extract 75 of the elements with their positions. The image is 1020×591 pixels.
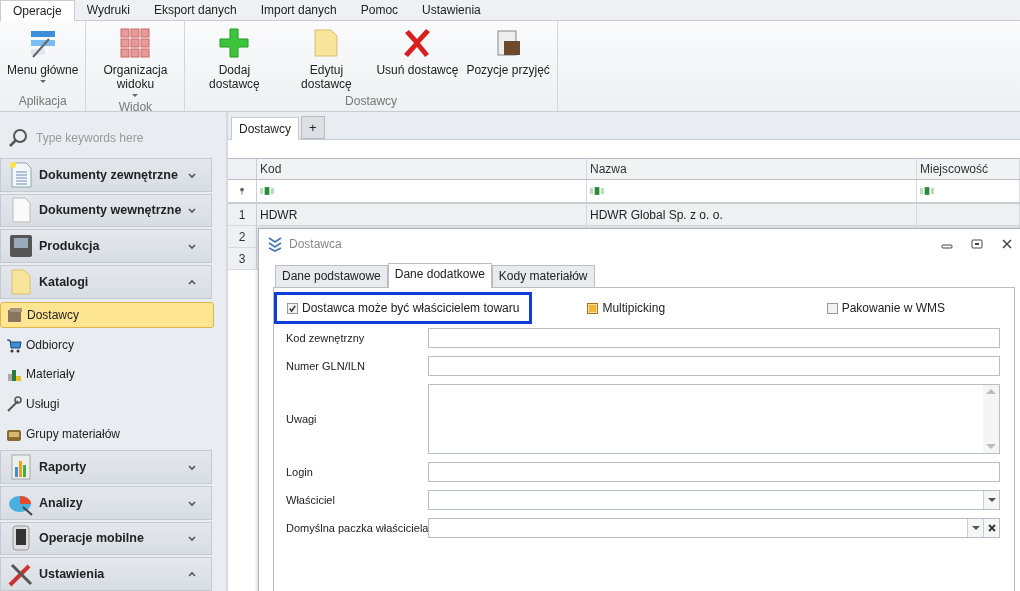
ribbon-group-title: Dostawcy (344, 94, 399, 110)
field-label: Uwagi (286, 413, 318, 425)
nav-group-header[interactable]: Operacje mobilne (0, 521, 212, 556)
ribbon-tab[interactable]: Operacje (0, 0, 75, 22)
column-header[interactable]: Miejscowość (917, 159, 1020, 179)
add-tab-button[interactable]: + (301, 116, 325, 139)
nav-group-header[interactable]: Dokumenty wewnętrzne (0, 193, 212, 228)
text-filter-icon (590, 187, 604, 195)
nav-item[interactable]: Grupy materiałów (0, 421, 214, 447)
ribbon-tab[interactable]: Wydruki (74, 0, 142, 20)
text-filter-icon (260, 187, 274, 195)
ribbon-button[interactable]: Organizacja widoku (90, 21, 181, 100)
nav-group-header[interactable]: Dokumenty zewnętrzne (0, 157, 212, 192)
ribbon-button[interactable]: Pozycje przyjęć (463, 21, 553, 94)
column-header[interactable]: Kod (257, 159, 587, 179)
checkbox[interactable]: Multipicking (587, 301, 666, 315)
ribbon-tab[interactable]: Ustawienia (410, 0, 493, 20)
nav-group-header[interactable]: Ustawienia (0, 557, 212, 591)
nav-item[interactable]: Materiały (0, 361, 214, 388)
grid-icon (119, 27, 152, 59)
table-cell: HDWR Global Sp. z o. o. (587, 204, 917, 225)
form-tab[interactable]: Dane podstawowe (275, 265, 388, 287)
scrollbar[interactable] (983, 385, 999, 453)
ribbon-button[interactable]: Usuń dostawcę (373, 21, 462, 94)
wrench-icon (6, 396, 22, 413)
row-number: 3 (228, 248, 257, 269)
ribbon-button[interactable]: Dodaj dostawcę (189, 21, 280, 94)
field-label: Numer GLN/ILN (286, 360, 366, 372)
column-header[interactable]: Nazwa (587, 159, 917, 179)
nav-group-header[interactable]: Raporty (0, 449, 212, 484)
field-label: Login (286, 466, 314, 478)
chevrons-icon (267, 236, 283, 252)
document-icon (7, 160, 35, 189)
field-label: Domyślna paczka właściciela (286, 522, 428, 534)
ribbon-tab[interactable]: Eksport danych (141, 0, 249, 20)
field-label: Kod zewnętrzny (286, 332, 366, 344)
pin-icon (239, 187, 245, 195)
nav-item[interactable]: Dostawcy (0, 301, 214, 328)
dialog-title: Dostawca (289, 237, 343, 251)
input-field[interactable] (428, 462, 1000, 482)
table-cell: HDWR (257, 204, 587, 225)
notes-field[interactable] (428, 384, 1000, 454)
ribbon-group-title: Widok (117, 100, 154, 116)
restore-icon[interactable] (971, 238, 983, 250)
row-number: 1 (228, 204, 257, 225)
field-label: Właściciel (286, 494, 336, 506)
check-mark-icon (288, 303, 297, 313)
clear-icon[interactable] (983, 519, 999, 537)
nav-group-header[interactable]: Produkcja (0, 229, 212, 264)
ribbon-tab[interactable]: Pomoc (348, 0, 411, 20)
nav-group-header[interactable]: Katalogi (0, 265, 212, 299)
dropdown-field[interactable] (428, 490, 1000, 510)
dropdown-field[interactable] (428, 518, 1000, 538)
ribbon-tab[interactable]: Import danych (248, 0, 349, 20)
nav-item[interactable]: Odbiorcy (0, 331, 214, 358)
search-field[interactable]: Type keywords here (34, 129, 208, 146)
plus-icon (218, 27, 251, 59)
nav-item[interactable]: Usługi (0, 391, 214, 418)
checkbox[interactable]: Pakowanie w WMS (826, 301, 945, 315)
input-field[interactable] (428, 328, 1000, 348)
search-icon (8, 127, 28, 148)
checkbox[interactable]: Dostawca może być właścicielem towaru (287, 301, 520, 315)
row-number: 2 (228, 226, 257, 247)
text-filter-icon (920, 187, 934, 195)
ribbon-button[interactable]: Menu główne (4, 21, 82, 94)
input-field[interactable] (428, 356, 1000, 376)
box-icon (7, 306, 23, 323)
form-tab[interactable]: Kody materiałów (491, 265, 595, 287)
document-tab[interactable]: Dostawcy (231, 117, 299, 140)
form-tab[interactable]: Dane dodatkowe (387, 263, 492, 288)
ribbon-group-title: Aplikacja (17, 94, 68, 110)
ribbon-button[interactable]: Edytuj dostawcę (281, 21, 372, 94)
close-icon[interactable] (1001, 238, 1013, 250)
cart-icon (6, 336, 22, 353)
nav-group-header[interactable]: Analizy (0, 485, 212, 520)
